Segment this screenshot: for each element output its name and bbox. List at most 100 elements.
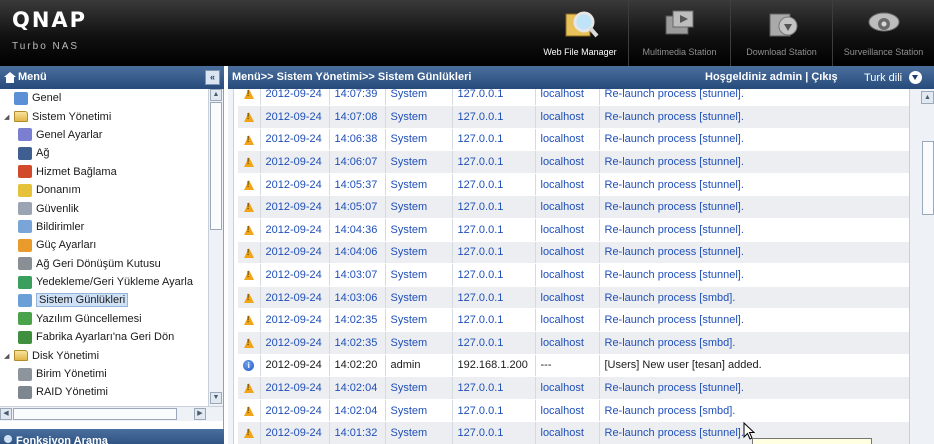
log-ip-cell: 127.0.0.1 [452,195,536,220]
menu-tree: Genel ◢ Sistem Yönetimi Genel Ayarlar Ağ Hizm… [0,89,208,406]
table-row[interactable]: 2012-09-2414:03:07System127.0.0.1localho… [238,263,911,287]
recycle-bin-icon [18,257,32,271]
sidebar-item[interactable]: Bildirimler [0,218,208,236]
collapse-sidebar-button[interactable]: « [205,70,220,85]
log-user-cell: System [385,399,453,423]
surveillance-station-button[interactable]: Surveillance Station [832,0,934,66]
log-content-cell: Re-launch process [smbd]. [599,399,911,423]
log-content-cell: Re-launch process [stunnel]. [599,195,911,220]
sidebar-item[interactable]: ◢ Disk Yönetimi [0,346,208,364]
log-content-cell: Re-launch process [stunnel]. [599,105,911,129]
sidebar-item[interactable]: Hizmet Bağlama [0,163,208,181]
log-time-cell: 14:04:06 [329,241,386,265]
log-time-cell: 14:07:39 [329,89,386,107]
log-ip-cell: 127.0.0.1 [452,331,536,355]
expand-triangle-icon[interactable]: ◢ [4,113,14,121]
severity-cell [238,89,261,107]
log-content-cell: Re-launch process [stunnel]. [599,263,911,287]
log-host-cell: localhost [535,331,600,355]
table-row[interactable]: 2012-09-2414:04:06System127.0.0.1localho… [238,241,911,265]
table-row[interactable]: 2012-09-2414:04:36System127.0.0.1localho… [238,218,911,242]
sidebar-item[interactable]: Güvenlik [0,199,208,217]
scroll-left-arrow-icon[interactable]: ◀ [0,408,12,420]
table-row[interactable]: 2012-09-2414:05:07System127.0.0.1localho… [238,195,911,220]
welcome-logout[interactable]: Hoşgeldiniz admin | Çıkış [705,71,838,83]
home-icon [4,71,16,83]
sidebar-item[interactable]: RAID Yönetimi [0,383,208,401]
sidebar-item-label: Hizmet Bağlama [36,165,117,178]
breadcrumb: Menü>> Sistem Yönetimi>> Sistem Günlükle… [232,71,472,83]
log-user-cell: System [385,150,453,174]
system-log-table: 2012-09-2414:07:39System127.0.0.1localho… [238,89,911,444]
qnap-logo[interactable]: QNAP [12,8,87,32]
power-icon [18,238,32,252]
log-content-cell: Re-launch process [stunnel]. [599,241,911,265]
sidebar-horizontal-scrollbar[interactable]: ◀ ▶ [0,406,223,421]
table-row[interactable]: 2012-09-2414:05:37System127.0.0.1localho… [238,173,911,197]
warning-icon [243,89,254,100]
table-row[interactable]: 2012-09-2414:02:35System127.0.0.1localho… [238,331,911,355]
sidebar-vertical-scrollbar[interactable]: ▲ ▼ [208,89,223,406]
log-user-cell: System [385,376,453,400]
scroll-up-arrow-icon[interactable]: ▲ [921,91,934,104]
scrollbar-thumb[interactable] [13,408,177,420]
search-icon [4,435,12,443]
log-date-cell: 2012-09-24 [260,128,330,152]
folder-icon [14,350,28,362]
table-row[interactable]: 2012-09-2414:06:07System127.0.0.1localho… [238,150,911,174]
chevron-down-icon[interactable] [909,71,923,84]
log-user-cell: System [385,308,453,333]
general-settings-icon [18,128,32,142]
table-row[interactable]: 2012-09-2414:07:08System127.0.0.1localho… [238,105,911,129]
scroll-right-arrow-icon[interactable]: ▶ [194,408,206,420]
sidebar-item[interactable]: Ağ Geri Dönüşüm Kutusu [0,255,208,273]
log-host-cell: --- [535,354,600,378]
log-table-wrapper: 2012-09-2414:07:39System127.0.0.1localho… [238,89,911,444]
table-row[interactable]: 2012-09-2414:03:06System127.0.0.1localho… [238,286,911,310]
sidebar-item[interactable]: Yedekleme/Geri Yükleme Ayarla [0,273,208,291]
sidebar-item[interactable]: Ağ [0,144,208,162]
severity-cell [238,150,261,174]
table-row[interactable]: 2012-09-2414:02:04System127.0.0.1localho… [238,399,911,423]
log-user-cell: System [385,89,453,107]
table-row[interactable]: i 2012-09-24 14:02:20 admin 192.168.1.200 ---… [238,354,911,378]
table-row[interactable]: 2012-09-2414:02:35System127.0.0.1localho… [238,308,911,333]
language-selector[interactable]: Turk dili [864,71,923,84]
warning-icon [243,405,254,416]
log-date-cell: 2012-09-24 [260,263,330,287]
scrollbar-thumb[interactable] [210,102,222,230]
log-host-cell: localhost [535,105,600,129]
log-vertical-scrollbar[interactable]: ▲ [909,89,934,444]
scroll-down-arrow-icon[interactable]: ▼ [210,392,222,404]
folder-icon [14,111,28,123]
web-file-manager-button[interactable]: Web File Manager [532,0,628,66]
log-ip-cell: 127.0.0.1 [452,105,536,129]
scrollbar-thumb[interactable] [922,141,934,215]
sidebar-item[interactable]: ◢ Sistem Yönetimi [0,107,208,125]
sidebar-item[interactable]: Donanım [0,181,208,199]
log-content-cell: Re-launch process [smbd]. [599,331,911,355]
function-search-panel[interactable]: Fonksiyon Arama [0,429,224,444]
tooltip [752,438,872,444]
multimedia-station-button[interactable]: Multimedia Station [628,0,730,66]
expand-triangle-icon[interactable]: ◢ [4,352,14,360]
download-station-button[interactable]: Download Station [730,0,832,66]
log-ip-cell: 127.0.0.1 [452,263,536,287]
sidebar-item[interactable]: Birim Yönetimi [0,365,208,383]
table-row[interactable]: 2012-09-2414:06:38System127.0.0.1localho… [238,128,911,152]
sidebar-item-label: Yedekleme/Geri Yükleme Ayarla [36,276,193,289]
table-row[interactable]: 2012-09-2414:07:39System127.0.0.1localho… [238,89,911,107]
severity-cell [238,399,261,423]
log-ip-cell: 127.0.0.1 [452,128,536,152]
scroll-up-arrow-icon[interactable]: ▲ [210,89,222,101]
sidebar-item[interactable]: Yazılım Güncellemesi [0,310,208,328]
sidebar-item[interactable]: Fabrika Ayarları'na Geri Dön [0,328,208,346]
warning-icon [243,315,254,326]
warning-icon [243,179,254,190]
sidebar-item[interactable]: Güç Ayarları [0,236,208,254]
sidebar-item-label: RAID Yönetimi [36,386,108,399]
sidebar-item[interactable]: Genel Ayarlar [0,126,208,144]
sidebar-item[interactable]: Genel [0,89,208,107]
table-row[interactable]: 2012-09-2414:02:04System127.0.0.1localho… [238,376,911,400]
sidebar-item[interactable]: Sistem Günlükleri [0,291,208,309]
